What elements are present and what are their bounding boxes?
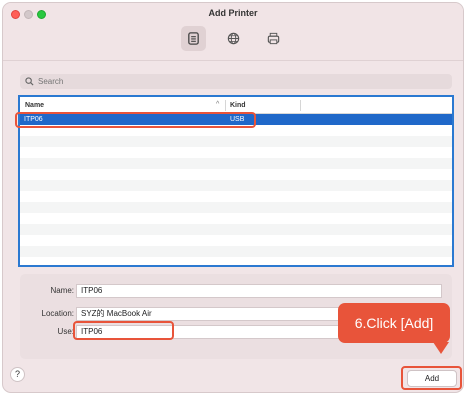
column-divider[interactable] [300,100,301,111]
column-header-name[interactable]: Name [25,102,44,109]
search-icon [25,77,34,86]
highlight-add-button [401,366,462,390]
location-label: Location: [41,309,74,318]
name-field[interactable]: ITP06 [76,284,442,298]
ip-globe-icon [227,32,240,45]
column-divider[interactable] [225,100,226,111]
empty-row [20,213,452,224]
empty-row [20,147,452,158]
default-printers-tab[interactable] [181,26,206,51]
sort-ascending-icon: ^ [216,101,220,108]
empty-row [20,169,452,180]
empty-row [20,202,452,213]
search-input[interactable] [38,77,338,86]
empty-row [20,235,452,246]
help-button[interactable]: ? [10,367,25,382]
instruction-callout: 6.Click [Add] [338,303,450,343]
name-label: Name: [50,286,74,295]
default-printer-icon [188,32,199,45]
empty-row [20,191,452,202]
ip-printers-tab[interactable] [221,26,246,51]
highlight-printer-row [15,112,256,128]
windows-printers-tab[interactable] [261,26,286,51]
add-printer-window: Add Printer Search Name ^ Kind ITP06 USB… [2,2,464,393]
use-label: Use: [57,327,74,336]
title-bar: Add Printer [3,3,463,61]
empty-row [20,180,452,191]
windows-printer-icon [267,32,280,45]
callout-pointer [433,342,449,354]
search-field[interactable] [20,74,452,89]
empty-row [20,224,452,235]
highlight-use-field [73,321,174,340]
empty-row [20,257,452,265]
column-header-kind[interactable]: Kind [230,102,246,109]
empty-row [20,136,452,147]
window-title: Add Printer [208,8,258,18]
empty-row [20,158,452,169]
empty-row [20,246,452,257]
